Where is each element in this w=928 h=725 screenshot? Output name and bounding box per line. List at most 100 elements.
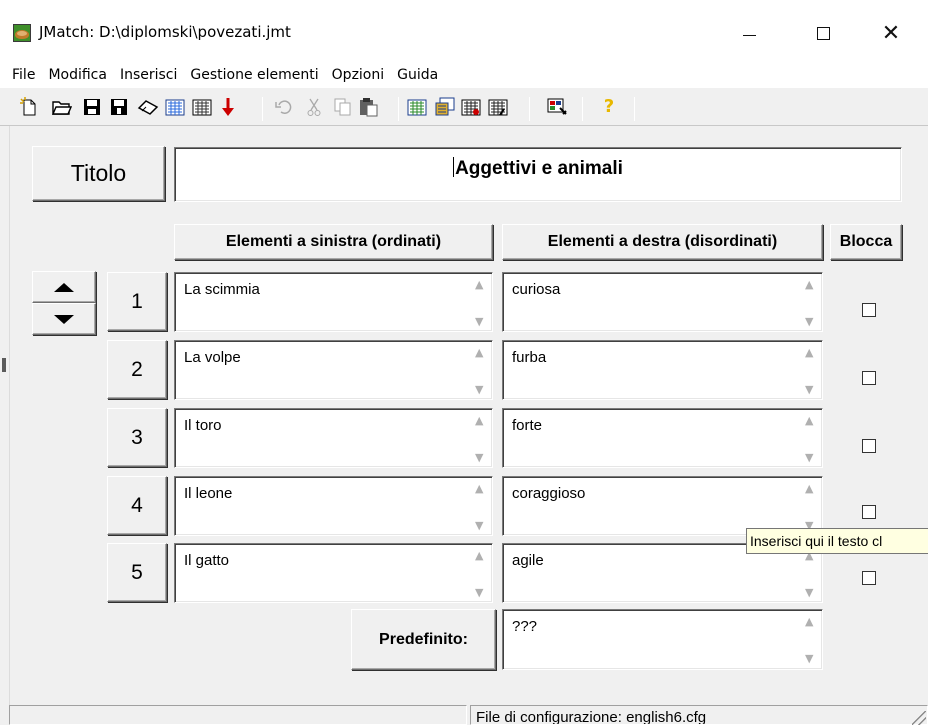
help-icon[interactable]: ? [597,95,621,119]
scroll-down-icon: ▼ [475,383,484,396]
field-scrollbar[interactable]: ▲ ▼ [801,344,819,396]
field-scrollbar[interactable]: ▲ ▼ [471,344,489,396]
right-item-text: coraggioso [512,485,586,502]
right-item-text: agile [512,552,544,569]
menu-guida[interactable]: Guida [391,67,445,83]
default-button[interactable]: Predefinito: [351,609,496,670]
row-number-button[interactable]: 4 [107,476,167,535]
down-arrow-icon [54,314,74,324]
scroll-down-icon: ▼ [805,315,814,328]
field-scrollbar[interactable]: ▲ ▼ [801,613,819,665]
field-scrollbar[interactable]: ▲ ▼ [801,547,819,599]
left-item-field[interactable]: Il toro ▲ ▼ [174,408,493,468]
toolbar-separator [529,97,530,121]
scroll-up-icon: ▲ [805,414,814,427]
scroll-down-icon: ▼ [805,383,814,396]
move-up-button[interactable] [32,271,96,303]
maximize-button[interactable] [800,14,846,52]
menu-opzioni[interactable]: Opzioni [326,67,391,83]
configuration-icon[interactable] [545,95,569,119]
right-item-field[interactable]: coraggioso ▲ ▼ [502,476,823,536]
left-edge-panel [0,126,10,706]
jmatch-app-icon [13,24,31,42]
menu-gestione-elementi[interactable]: Gestione elementi [184,67,325,83]
field-scrollbar[interactable]: ▲ ▼ [471,480,489,532]
status-pane-left [9,705,467,725]
left-column-header: Elementi a sinistra (ordinati) [174,224,493,260]
insert-link-icon[interactable] [433,95,457,119]
export-web-page-icon[interactable] [163,95,187,119]
scroll-up-icon: ▲ [475,482,484,495]
status-bar: File di configurazione: english6.cfg [0,705,928,725]
field-scrollbar[interactable]: ▲ ▼ [801,480,819,532]
lock-column-header: Blocca [830,224,902,260]
left-item-field[interactable]: La scimmia ▲ ▼ [174,272,493,332]
lock-checkbox[interactable] [862,371,876,385]
default-field[interactable]: ??? ▲ ▼ [502,609,823,670]
field-scrollbar[interactable]: ▲ ▼ [801,412,819,464]
scroll-down-icon: ▼ [475,315,484,328]
paste-icon[interactable] [357,95,381,119]
scroll-down-icon: ▼ [805,652,814,665]
move-down-button[interactable] [32,303,96,335]
scroll-up-icon: ▲ [805,615,814,628]
left-item-text: La scimmia [184,281,260,298]
left-item-field[interactable]: La volpe ▲ ▼ [174,340,493,400]
default-text: ??? [512,618,538,635]
row-number-button[interactable]: 1 [107,272,167,331]
export-web-page-dhtml-icon[interactable] [190,95,214,119]
row-number-button[interactable]: 5 [107,543,167,602]
minimize-button[interactable] [726,14,772,52]
lock-checkbox[interactable] [862,505,876,519]
right-item-field[interactable]: forte ▲ ▼ [502,408,823,468]
new-file-icon[interactable] [17,95,41,119]
lock-checkbox[interactable] [862,439,876,453]
menu-bar: File Modifica Inserisci Gestione element… [0,62,928,88]
toolbar: ? [0,88,928,126]
right-item-text: curiosa [512,281,561,298]
save-as-icon[interactable] [107,95,131,119]
field-scrollbar[interactable]: ▲ ▼ [471,412,489,464]
right-column-header: Elementi a destra (disordinati) [502,224,823,260]
scroll-up-icon: ▲ [475,346,484,359]
scroll-up-icon: ▲ [475,278,484,291]
minimize-icon [742,34,756,36]
move-down-icon[interactable] [216,95,240,119]
insert-media-icon[interactable] [459,95,483,119]
tooltip: Inserisci qui il testo cl [746,528,928,554]
title-button[interactable]: Titolo [32,146,165,201]
row-number-button[interactable]: 2 [107,340,167,399]
menu-modifica[interactable]: Modifica [42,67,114,83]
open-folder-icon[interactable] [50,95,74,119]
insert-picture-icon[interactable] [405,95,429,119]
toolbar-separator [582,97,583,121]
scroll-up-icon: ▲ [805,346,814,359]
clear-icon[interactable] [136,95,160,119]
cut-icon[interactable] [302,95,326,119]
copy-icon[interactable] [331,95,355,119]
menu-file[interactable]: File [6,67,42,83]
close-button[interactable]: ✕ [868,14,914,52]
field-scrollbar[interactable]: ▲ ▼ [471,547,489,599]
left-item-text: Il toro [184,417,222,434]
row-number-button[interactable]: 3 [107,408,167,467]
toolbar-separator [262,97,263,121]
lock-checkbox[interactable] [862,303,876,317]
right-item-field[interactable]: curiosa ▲ ▼ [502,272,823,332]
insert-text-icon[interactable] [486,95,510,119]
undo-icon[interactable] [272,95,296,119]
field-scrollbar[interactable]: ▲ ▼ [471,276,489,328]
left-item-field[interactable]: Il leone ▲ ▼ [174,476,493,536]
right-item-field[interactable]: furba ▲ ▼ [502,340,823,400]
left-item-field[interactable]: Il gatto ▲ ▼ [174,543,493,603]
left-item-text: Il leone [184,485,233,502]
lock-checkbox[interactable] [862,571,876,585]
resize-grip-icon[interactable] [912,711,926,725]
menu-inserisci[interactable]: Inserisci [114,67,184,83]
up-arrow-icon [54,282,74,292]
save-icon[interactable] [80,95,104,119]
title-field[interactable]: Aggettivi e animali [174,147,902,202]
scroll-down-icon: ▼ [475,519,484,532]
window-title: JMatch: D:\diplomski\povezati.jmt [39,23,291,41]
field-scrollbar[interactable]: ▲ ▼ [801,276,819,328]
